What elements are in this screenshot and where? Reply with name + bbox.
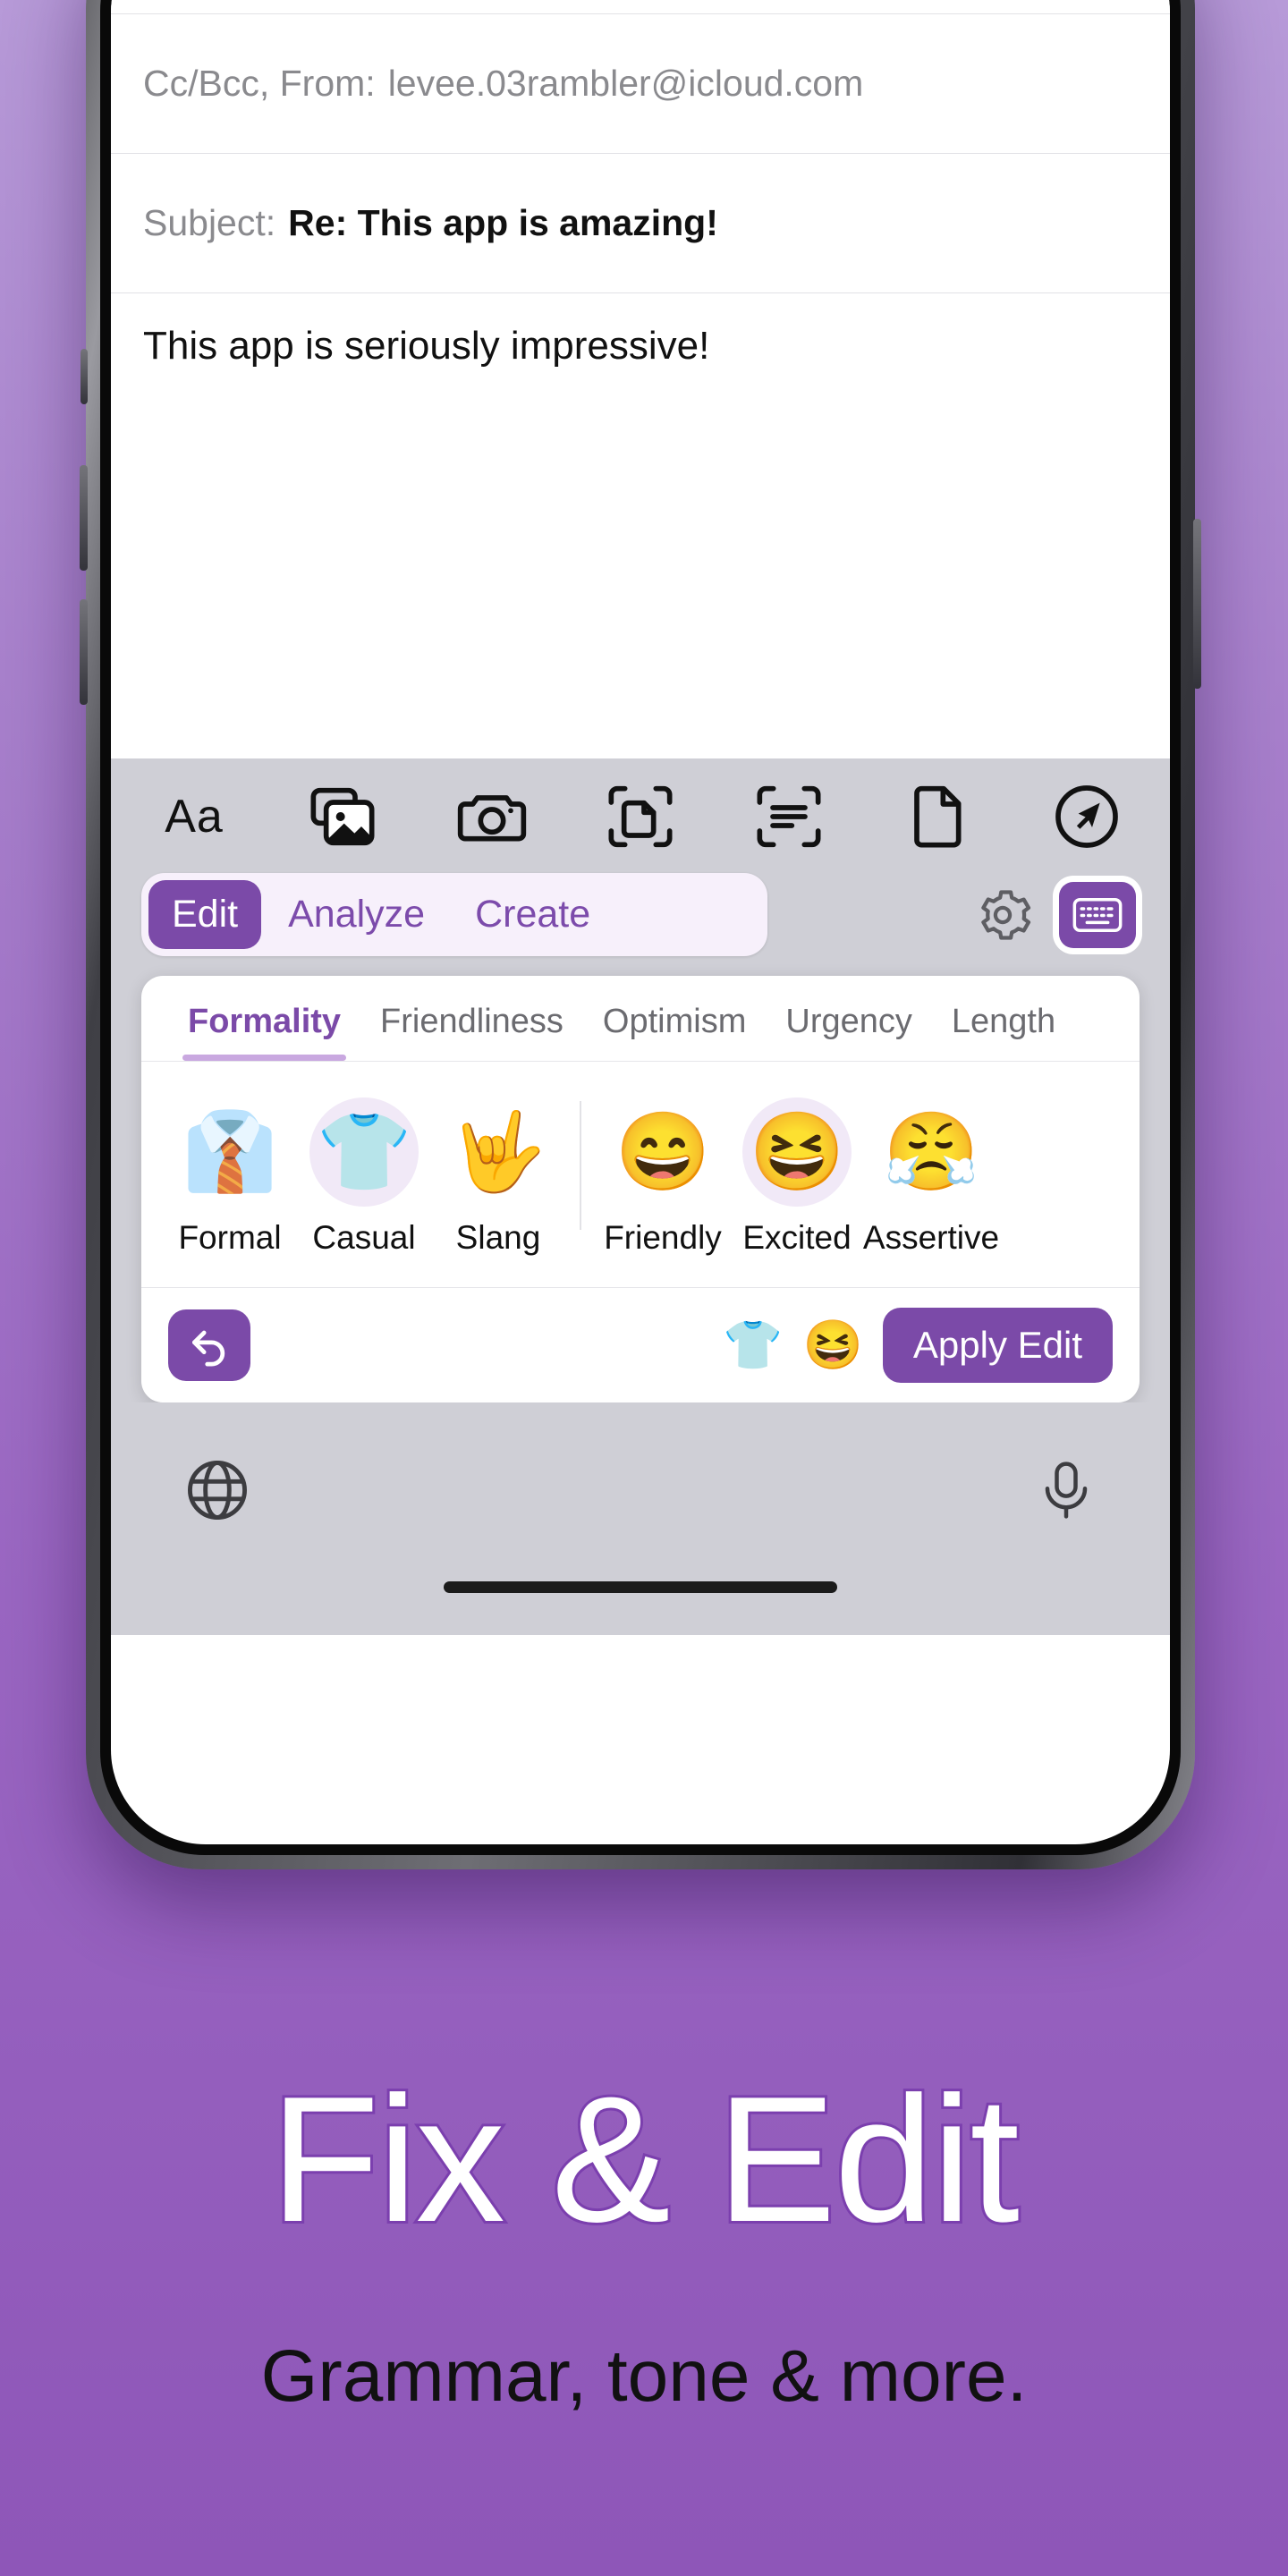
marketing-subhead: Grammar, tone & more. xyxy=(260,2335,1028,2417)
tone-panel-card: Formality Friendliness Optimism Urgency … xyxy=(141,976,1140,1402)
mail-compose-fields: To: eric@paragraphai.com Cc/Bcc, From: l… xyxy=(111,0,1170,293)
home-indicator-area xyxy=(111,1581,1170,1635)
keyboard-bottom-bar xyxy=(111,1402,1170,1581)
tone-option-excited[interactable]: 😆 Excited xyxy=(730,1097,864,1257)
document-icon[interactable] xyxy=(900,778,977,855)
mode-switcher-actions xyxy=(970,881,1140,948)
slang-emoji: 🤟 xyxy=(450,1109,547,1195)
tone-tabs: Formality Friendliness Optimism Urgency … xyxy=(141,976,1140,1062)
keyboard-toolbar: Aa xyxy=(111,758,1170,868)
marketing-headline: Fix & Edit xyxy=(267,2057,1022,2262)
assertive-label: Assertive xyxy=(862,1219,1000,1256)
subject-label: Subject: xyxy=(143,202,276,243)
selected-chip-casual[interactable]: 👕 xyxy=(723,1321,783,1369)
photo-library-icon[interactable] xyxy=(304,778,381,855)
gear-icon[interactable] xyxy=(970,882,1036,948)
phone-screen: To: eric@paragraphai.com Cc/Bcc, From: l… xyxy=(111,0,1170,1844)
to-field-row[interactable]: To: eric@paragraphai.com xyxy=(111,0,1170,14)
home-indicator[interactable] xyxy=(444,1581,837,1593)
tone-tab-length[interactable]: Length xyxy=(932,1003,1075,1061)
scan-document-icon[interactable] xyxy=(602,778,679,855)
friendly-label: Friendly xyxy=(604,1219,722,1256)
keyboard-icon[interactable] xyxy=(1059,881,1136,948)
text-format-glyph: Aa xyxy=(165,791,224,843)
tone-footer-actions: 👕 😆 Apply Edit xyxy=(723,1308,1113,1383)
friendly-emoji: 😄 xyxy=(614,1109,711,1195)
tone-option-formal[interactable]: 👔 Formal xyxy=(163,1097,297,1257)
casual-emoji: 👕 xyxy=(309,1097,419,1207)
tone-tab-optimism[interactable]: Optimism xyxy=(583,1003,766,1061)
text-format-icon[interactable]: Aa xyxy=(156,778,233,855)
casual-label: Casual xyxy=(312,1219,416,1256)
tone-option-casual[interactable]: 👕 Casual xyxy=(297,1097,431,1257)
tone-options-row: 👔 Formal 👕 Casual 🤟 Slang 😄 Friendly 😆 E… xyxy=(141,1062,1140,1287)
slang-label: Slang xyxy=(455,1219,541,1256)
tone-option-friendly[interactable]: 😄 Friendly xyxy=(596,1097,730,1257)
assertive-emoji: 😤 xyxy=(883,1109,979,1195)
formal-emoji: 👔 xyxy=(182,1109,278,1195)
volume-down-button[interactable] xyxy=(80,599,88,705)
silent-switch[interactable] xyxy=(80,349,88,404)
globe-icon[interactable] xyxy=(182,1455,252,1530)
apply-edit-button[interactable]: Apply Edit xyxy=(882,1308,1113,1383)
tone-tab-formality[interactable]: Formality xyxy=(168,1003,360,1061)
mode-switcher-row: Edit Analyze Create xyxy=(111,868,1170,976)
microphone-icon[interactable] xyxy=(1034,1455,1098,1530)
excited-label: Excited xyxy=(742,1219,852,1256)
excited-emoji: 😆 xyxy=(742,1097,852,1207)
tone-group-divider xyxy=(580,1101,581,1230)
camera-icon[interactable] xyxy=(453,778,530,855)
tone-option-assertive[interactable]: 😤 Assertive xyxy=(862,1097,1000,1257)
formal-label: Formal xyxy=(178,1219,282,1256)
subject-value[interactable]: Re: This app is amazing! xyxy=(288,202,718,244)
tone-footer: 👕 😆 Apply Edit xyxy=(141,1287,1140,1402)
mode-segmented-control[interactable]: Edit Analyze Create xyxy=(141,873,767,956)
phone-frame: To: eric@paragraphai.com Cc/Bcc, From: l… xyxy=(80,0,1201,1869)
tab-analyze[interactable]: Analyze xyxy=(265,880,448,949)
volume-up-button[interactable] xyxy=(80,465,88,571)
ccbcc-label: Cc/Bcc, From: xyxy=(143,63,376,104)
selected-chip-excited[interactable]: 😆 xyxy=(803,1321,863,1369)
tab-create[interactable]: Create xyxy=(452,880,614,949)
ccbcc-value[interactable]: levee.03rambler@icloud.com xyxy=(388,63,864,105)
ccbcc-field-row[interactable]: Cc/Bcc, From: levee.03rambler@icloud.com xyxy=(111,14,1170,154)
power-button[interactable] xyxy=(1193,519,1201,689)
scan-text-icon[interactable] xyxy=(750,778,827,855)
keyboard-accessory-area: Aa Edit Analyze Create Formality Friendl… xyxy=(111,758,1170,1635)
subject-field-row[interactable]: Subject: Re: This app is amazing! xyxy=(111,154,1170,293)
tone-tab-friendliness[interactable]: Friendliness xyxy=(360,1003,583,1061)
tab-edit[interactable]: Edit xyxy=(148,880,262,949)
undo-arrow-icon[interactable] xyxy=(168,1309,250,1381)
markup-pen-icon[interactable] xyxy=(1048,778,1125,855)
tone-tab-urgency[interactable]: Urgency xyxy=(766,1003,932,1061)
phone-bezel: To: eric@paragraphai.com Cc/Bcc, From: l… xyxy=(100,0,1181,1855)
mail-body-text[interactable]: This app is seriously impressive! xyxy=(111,293,1170,758)
tone-option-slang[interactable]: 🤟 Slang xyxy=(431,1097,565,1257)
